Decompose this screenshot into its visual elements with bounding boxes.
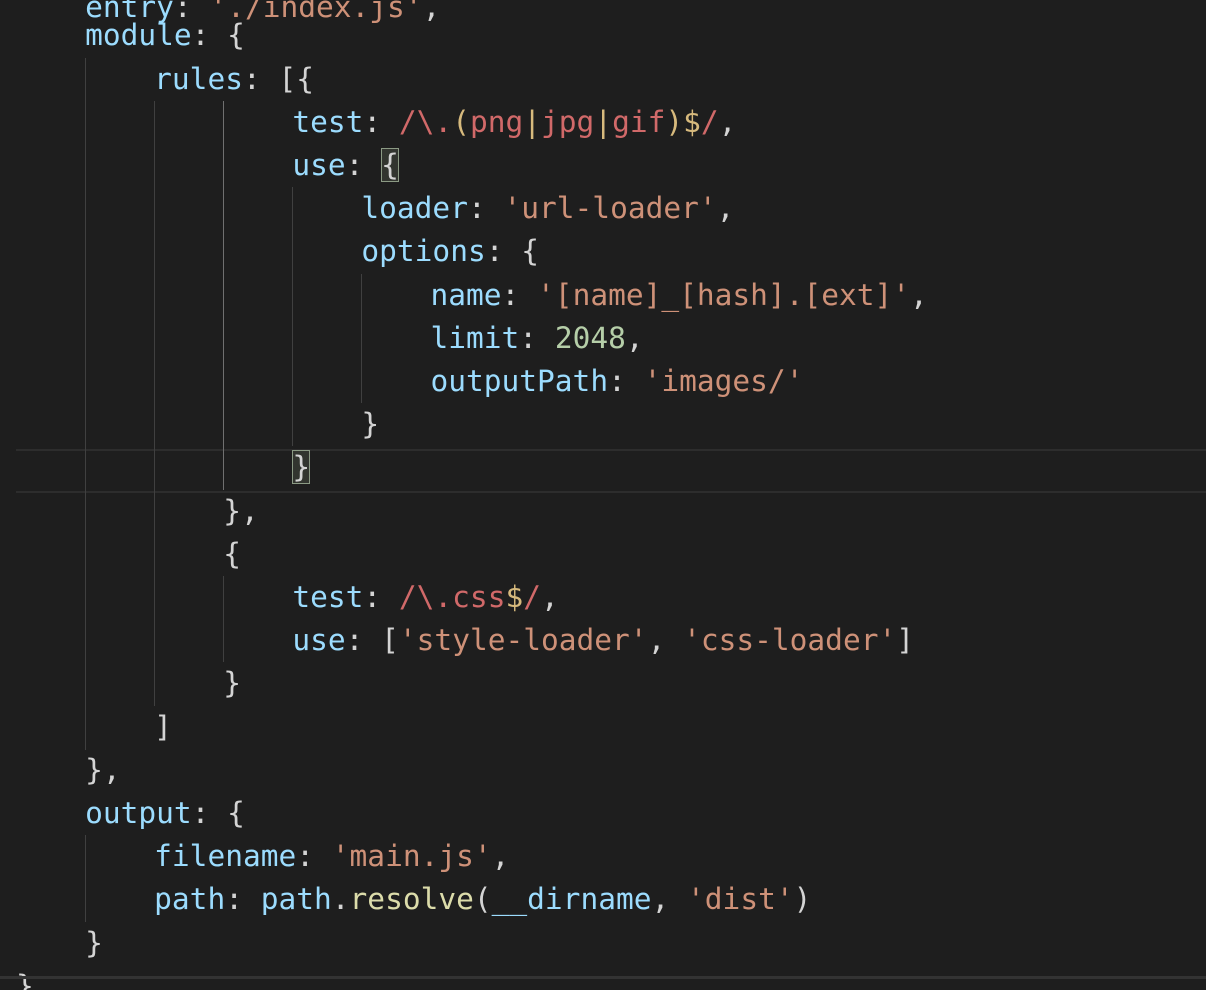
- punctuation-token: : {: [191, 796, 245, 830]
- code-line[interactable]: ]: [16, 706, 172, 749]
- string-token: 'style-loader': [398, 623, 648, 657]
- punctuation-token: :: [345, 148, 382, 182]
- identifier-token: module: [85, 18, 192, 52]
- code-line[interactable]: loader: 'url-loader',: [16, 187, 734, 230]
- identifier-token: rules: [154, 62, 243, 96]
- punctuation-token: :: [363, 580, 399, 614]
- punctuation-token: ,: [716, 191, 735, 225]
- identifier-token: use: [292, 623, 346, 657]
- code-line[interactable]: }: [16, 922, 103, 965]
- punctuation-token: :: [225, 882, 261, 916]
- punctuation-token: :: [501, 278, 538, 312]
- punctuation-token: ,: [491, 839, 510, 873]
- punctuation-token: }: [85, 926, 103, 960]
- code-line[interactable]: test: /\.css$/,: [16, 576, 559, 619]
- punctuation-token: ,: [625, 321, 644, 355]
- matched-bracket: {: [381, 148, 399, 182]
- matched-bracket: }: [292, 450, 311, 484]
- regexp-operator-token: $: [505, 580, 524, 614]
- string-token: 'dist': [687, 882, 794, 916]
- identifier-token: __dirname: [491, 882, 652, 916]
- punctuation-token: ,: [651, 882, 688, 916]
- code-editor[interactable]: entry: './index.js', module: {rules: [{te…: [0, 0, 1206, 990]
- regexp-operator-token: |: [594, 105, 613, 139]
- regexp-token: jpg: [541, 105, 595, 139]
- punctuation-token: :: [467, 191, 504, 225]
- identifier-token: outputPath: [430, 364, 609, 398]
- punctuation-token: :: [296, 839, 332, 873]
- code-line[interactable]: path: path.resolve(__dirname, 'dist'): [16, 878, 811, 921]
- number-token: 2048: [554, 321, 626, 355]
- regexp-token: /\.css: [398, 580, 506, 614]
- punctuation-token: {: [223, 537, 241, 571]
- regexp-operator-token: (: [452, 105, 470, 139]
- identifier-token: options: [361, 234, 486, 268]
- identifier-token: path: [260, 882, 332, 916]
- code-line[interactable]: options: {: [16, 230, 539, 273]
- code-line[interactable]: {: [16, 533, 241, 576]
- string-token: 'images/': [643, 364, 804, 398]
- punctuation-token: ,: [647, 623, 684, 657]
- punctuation-token: ,: [541, 580, 559, 614]
- code-line[interactable]: rules: [{: [16, 58, 314, 101]
- punctuation-token: :: [519, 321, 555, 355]
- function-token: resolve: [349, 882, 474, 916]
- code-line[interactable]: output: {: [16, 792, 245, 835]
- punctuation-token: }: [16, 969, 34, 990]
- identifier-token: loader: [361, 191, 468, 225]
- punctuation-token: .: [331, 882, 350, 916]
- string-token: 'url-loader': [503, 191, 717, 225]
- regexp-token: png: [469, 105, 524, 139]
- identifier-token: test: [292, 105, 364, 139]
- punctuation-token: : [{: [242, 62, 315, 96]
- punctuation-token: ,: [422, 0, 441, 24]
- punctuation-token: :: [363, 105, 399, 139]
- punctuation-token: ]: [154, 710, 172, 744]
- regexp-operator-token: )$: [665, 105, 701, 139]
- punctuation-token: }: [223, 666, 241, 700]
- identifier-token: output: [85, 796, 192, 830]
- identifier-token: limit: [430, 321, 520, 355]
- code-line[interactable]: }: [16, 403, 379, 446]
- identifier-token: name: [430, 278, 502, 312]
- string-token: 'css-loader': [683, 623, 897, 657]
- code-line[interactable]: }: [16, 446, 311, 489]
- code-line[interactable]: use: {: [16, 144, 399, 187]
- punctuation-token: },: [85, 753, 121, 787]
- regexp-token: gif: [612, 105, 666, 139]
- code-line[interactable]: module: {: [16, 14, 245, 57]
- punctuation-token: (: [473, 882, 492, 916]
- code-line[interactable]: filename: 'main.js',: [16, 835, 509, 878]
- regexp-token: /: [700, 105, 719, 139]
- punctuation-token: ]: [896, 623, 914, 657]
- code-line[interactable]: test: /\.(png|jpg|gif)$/,: [16, 101, 736, 144]
- identifier-token: path: [154, 882, 226, 916]
- string-token: '[name]_[hash].[ext]': [537, 278, 911, 312]
- punctuation-token: : {: [485, 234, 540, 268]
- identifier-token: use: [292, 148, 346, 182]
- punctuation-token: ,: [718, 105, 737, 139]
- regexp-token: /: [523, 580, 541, 614]
- code-line[interactable]: name: '[name]_[hash].[ext]',: [16, 274, 928, 317]
- code-line[interactable]: },: [16, 490, 259, 533]
- regexp-operator-token: |: [523, 105, 542, 139]
- string-token: 'main.js': [331, 839, 492, 873]
- punctuation-token: }: [361, 407, 380, 441]
- punctuation-token: : [: [345, 623, 399, 657]
- punctuation-token: },: [223, 494, 259, 528]
- punctuation-token: ): [793, 882, 812, 916]
- punctuation-token: ,: [910, 278, 928, 312]
- code-line[interactable]: use: ['style-loader', 'css-loader']: [16, 619, 914, 662]
- identifier-token: test: [292, 580, 364, 614]
- punctuation-token: : {: [191, 18, 245, 52]
- code-line[interactable]: }: [16, 662, 241, 705]
- horizontal-scrollbar[interactable]: [0, 976, 1206, 979]
- regexp-token: /\.: [398, 105, 453, 139]
- code-line[interactable]: limit: 2048,: [16, 317, 644, 360]
- code-line[interactable]: },: [16, 749, 121, 792]
- code-line[interactable]: outputPath: 'images/': [16, 360, 803, 403]
- identifier-token: filename: [154, 839, 297, 873]
- punctuation-token: :: [608, 364, 644, 398]
